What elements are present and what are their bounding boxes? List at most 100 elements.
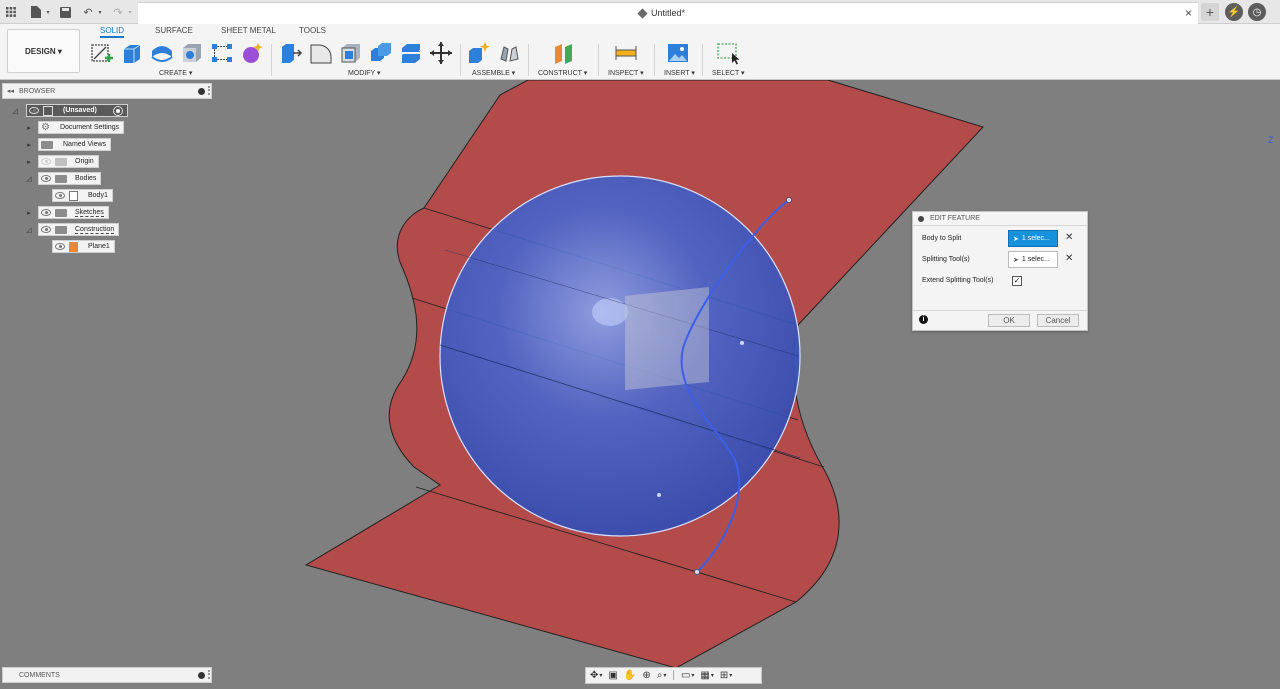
- extensions-icon[interactable]: ⚡: [1225, 3, 1243, 21]
- move-copy-icon[interactable]: [429, 41, 453, 65]
- select-menu[interactable]: SELECT ▾: [712, 69, 745, 77]
- split-body-icon[interactable]: [399, 41, 423, 65]
- close-tab-icon[interactable]: ×: [1185, 6, 1192, 20]
- undo-dropdown-icon[interactable]: ▾: [92, 4, 108, 20]
- tab-surface[interactable]: SURFACE: [155, 26, 193, 35]
- dialog-collapse-icon[interactable]: [918, 216, 924, 222]
- construction-plane[interactable]: [625, 287, 709, 390]
- browser-panel-header[interactable]: ◂◂ BROWSER: [2, 83, 212, 99]
- app-grid-icon[interactable]: [3, 4, 19, 20]
- browser-item-document-settings[interactable]: ▸ ⚙ Document Settings: [24, 121, 125, 134]
- inspect-menu[interactable]: INSPECT ▾: [608, 69, 644, 77]
- insert-menu[interactable]: INSERT ▾: [664, 69, 695, 77]
- expand-icon[interactable]: ▸: [24, 158, 34, 166]
- activate-radio-icon[interactable]: [112, 105, 123, 116]
- collapse-panel-icon[interactable]: ◂◂: [7, 87, 14, 95]
- fillet-icon[interactable]: [309, 41, 333, 65]
- grid-settings-icon[interactable]: ▦: [700, 670, 709, 681]
- assemble-menu[interactable]: ASSEMBLE ▾: [472, 69, 515, 77]
- zoom-icon[interactable]: ⊕: [642, 670, 650, 681]
- splitting-tools-selector[interactable]: ➤ 1 selec...: [1008, 251, 1058, 268]
- zoom-dropdown-icon[interactable]: ▾: [663, 672, 666, 679]
- combine-icon[interactable]: [369, 41, 393, 65]
- file-dropdown-icon[interactable]: ▾: [40, 4, 56, 20]
- redo-dropdown-icon[interactable]: ▾: [122, 4, 138, 20]
- curve-endpoint[interactable]: [694, 569, 700, 575]
- offset-plane-icon[interactable]: [552, 41, 576, 65]
- create-sketch-icon[interactable]: [90, 41, 114, 65]
- shell-icon[interactable]: [339, 41, 363, 65]
- tab-solid[interactable]: SOLID: [100, 26, 125, 38]
- collapse-icon[interactable]: ◿: [10, 107, 20, 115]
- browser-item-root[interactable]: ◿ (Unsaved): [10, 104, 128, 117]
- collapse-icon[interactable]: ◿: [24, 175, 34, 183]
- collapse-icon[interactable]: ◿: [24, 226, 34, 234]
- panel-pin-icon[interactable]: [198, 88, 205, 95]
- viewports-icon[interactable]: ⊞: [720, 670, 728, 681]
- panel-resize-handle[interactable]: [208, 86, 210, 95]
- press-pull-icon[interactable]: [279, 41, 303, 65]
- construct-menu[interactable]: CONSTRUCT ▾: [538, 69, 587, 77]
- browser-item-body1[interactable]: Body1: [52, 189, 113, 202]
- tab-sheet-metal[interactable]: SHEET METAL: [221, 26, 276, 35]
- orbit-dropdown-icon[interactable]: ▾: [599, 672, 602, 679]
- grid-dropdown-icon[interactable]: ▾: [711, 672, 714, 679]
- measure-icon[interactable]: [614, 41, 638, 65]
- browser-item-plane1[interactable]: Plane1: [52, 240, 115, 253]
- extend-splitting-tools-checkbox[interactable]: ✓: [1012, 276, 1022, 286]
- expand-icon[interactable]: ▸: [24, 124, 34, 132]
- new-tab-plus-icon[interactable]: +: [1201, 3, 1219, 21]
- visibility-eye-icon[interactable]: [41, 158, 51, 165]
- document-tab[interactable]: Untitled* ×: [138, 2, 1198, 24]
- browser-item-construction[interactable]: ◿ Construction: [24, 223, 120, 236]
- visibility-eye-icon[interactable]: [41, 175, 51, 182]
- orbit-icon[interactable]: ✥: [590, 670, 598, 681]
- expand-icon[interactable]: ▸: [24, 209, 34, 217]
- browser-item-named-views[interactable]: ▸ Named Views: [24, 138, 112, 151]
- visibility-eye-icon[interactable]: [41, 226, 51, 233]
- panel-resize-handle[interactable]: [208, 670, 210, 679]
- clear-body-selection-icon[interactable]: ✕: [1065, 232, 1073, 243]
- tab-tools[interactable]: TOOLS: [299, 26, 326, 35]
- modify-menu[interactable]: MODIFY ▾: [348, 69, 381, 77]
- look-at-icon[interactable]: ▣: [608, 670, 617, 681]
- 3d-viewport[interactable]: [0, 80, 1280, 689]
- workspace-switcher-button[interactable]: DESIGN ▾: [7, 29, 80, 73]
- hole-icon[interactable]: [180, 41, 204, 65]
- joint-icon[interactable]: [497, 41, 521, 65]
- view-axis-label: Z: [1268, 135, 1274, 145]
- browser-item-origin[interactable]: ▸ Origin: [24, 155, 99, 168]
- window-select-icon[interactable]: [716, 41, 740, 65]
- browser-item-bodies[interactable]: ◿ Bodies: [24, 172, 102, 185]
- insert-canvas-icon[interactable]: [666, 41, 690, 65]
- curve-endpoint[interactable]: [786, 197, 792, 203]
- viewports-dropdown-icon[interactable]: ▾: [729, 672, 732, 679]
- visibility-eye-icon[interactable]: [41, 209, 51, 216]
- pan-hand-icon[interactable]: ✋: [624, 670, 636, 681]
- revolve-icon[interactable]: [150, 41, 174, 65]
- fit-zoom-icon[interactable]: ⌕: [657, 670, 663, 681]
- visibility-eye-icon[interactable]: [55, 192, 65, 199]
- expand-icon[interactable]: ▸: [24, 141, 34, 149]
- pattern-icon[interactable]: [210, 41, 234, 65]
- clear-tool-selection-icon[interactable]: ✕: [1065, 253, 1073, 264]
- new-component-icon[interactable]: [467, 41, 491, 65]
- ok-button[interactable]: OK: [988, 314, 1030, 327]
- comments-panel-header[interactable]: COMMENTS: [2, 667, 212, 683]
- body-to-split-selector[interactable]: ➤ 1 selec...: [1008, 230, 1058, 247]
- create-menu[interactable]: CREATE ▾: [159, 69, 192, 77]
- browser-item-sketches[interactable]: ▸ Sketches: [24, 206, 109, 219]
- visibility-eye-icon[interactable]: [55, 243, 65, 250]
- dialog-header[interactable]: EDIT FEATURE: [913, 212, 1087, 226]
- sphere-body[interactable]: [439, 175, 801, 537]
- create-form-icon[interactable]: [240, 41, 264, 65]
- info-icon[interactable]: i: [919, 315, 928, 324]
- panel-pin-icon[interactable]: [198, 672, 205, 679]
- display-settings-icon[interactable]: ▭: [681, 670, 690, 681]
- display-dropdown-icon[interactable]: ▾: [691, 672, 694, 679]
- job-status-clock-icon[interactable]: ◷: [1248, 3, 1266, 21]
- visibility-eye-icon[interactable]: [29, 107, 39, 114]
- save-icon[interactable]: [57, 4, 73, 20]
- extrude-icon[interactable]: [120, 41, 144, 65]
- cancel-button[interactable]: Cancel: [1037, 314, 1079, 327]
